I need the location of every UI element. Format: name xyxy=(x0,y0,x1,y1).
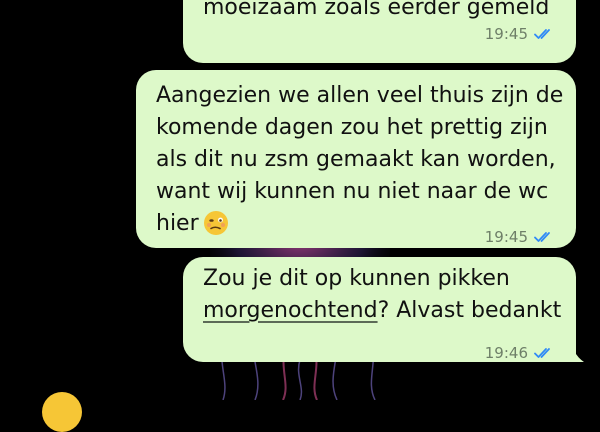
read-double-check-icon xyxy=(534,28,554,40)
message-text: Zou je dit op kunnen pikken morgenochten… xyxy=(203,266,562,323)
emoji-reaction-partial xyxy=(42,392,82,432)
read-double-check-icon xyxy=(534,347,554,359)
message-meta: 19:45 xyxy=(485,221,554,253)
woozy-face-emoji xyxy=(203,210,229,246)
outgoing-message-bubble[interactable]: moeizaam zoals eerder gemeld 19:45 xyxy=(183,0,576,63)
message-meta: 19:45 xyxy=(485,18,554,50)
message-time: 19:46 xyxy=(484,344,528,362)
message-time: 19:45 xyxy=(484,25,528,43)
spellcheck-underlined-word[interactable]: morgenochtend xyxy=(203,298,378,323)
read-double-check-icon xyxy=(534,231,554,243)
bubble-tail xyxy=(566,336,584,362)
outgoing-message-bubble[interactable]: Zou je dit op kunnen pikken morgenochten… xyxy=(183,257,576,362)
outgoing-message-bubble[interactable]: Aangezien we allen veel thuis zijn de ko… xyxy=(136,70,576,248)
message-time: 19:45 xyxy=(484,228,528,246)
message-meta: 19:46 xyxy=(485,337,554,369)
